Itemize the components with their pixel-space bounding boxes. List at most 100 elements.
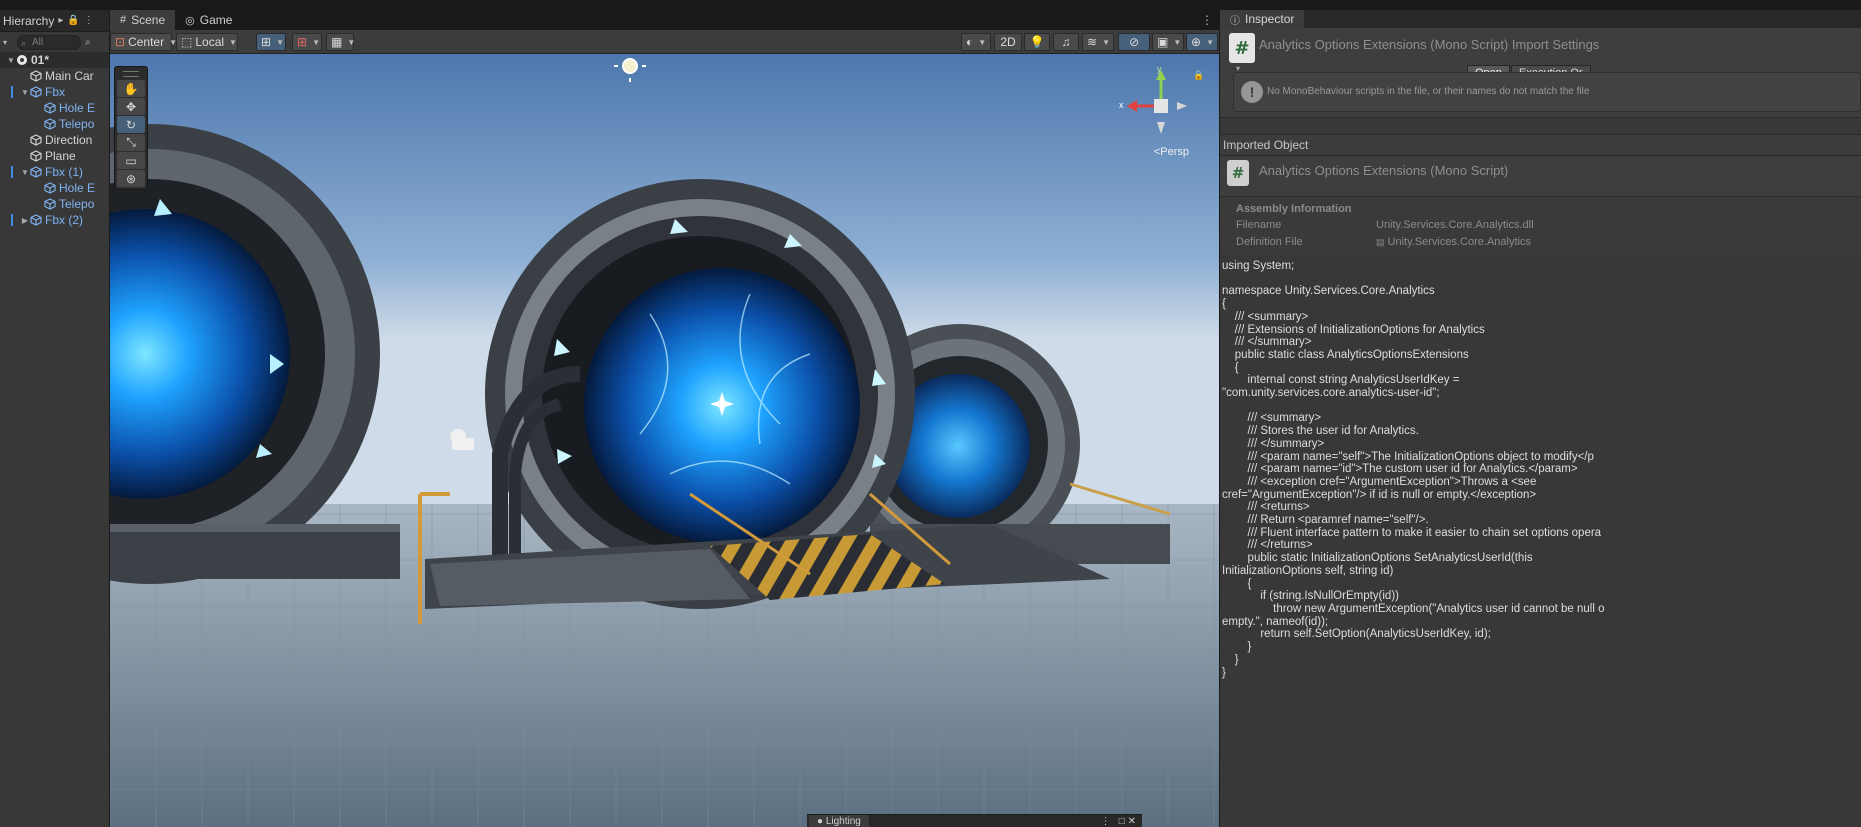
hierarchy-item[interactable]: Telepo xyxy=(0,116,109,132)
definition-file-field[interactable]: ▤ Unity.Services.Core.Analytics xyxy=(1376,236,1531,248)
gameobject-cube-icon xyxy=(30,134,42,146)
scene-toolbar: ⊡ Center ▼ ⬚ Local ▼ ⊞ ▼ ⊞ ▼ ▦ ▼ ◐ ▼ 2D 💡 ♫ ≋ ▼ ⊘… xyxy=(110,30,1219,54)
menu-dots-icon[interactable]: ⋮ xyxy=(1100,816,1110,827)
hierarchy-item[interactable]: ▼ Fbx xyxy=(0,84,109,100)
hierarchy-panel: Hierarchy ▸ 🔒 ⋮ ▾ ⌕ All ⌕ ▼ 01* Main Car ▼ F… xyxy=(0,10,110,827)
axis-x-label: x xyxy=(1119,100,1124,110)
prefab-cube-icon xyxy=(30,86,42,98)
grid-snap-button[interactable]: ⊞ ▼ xyxy=(256,33,286,51)
pivot-dropdown[interactable]: ⊡ Center ▼ xyxy=(110,33,177,51)
rect-icon: ▭ xyxy=(125,153,137,168)
audio-toggle-button[interactable]: ♫ xyxy=(1053,33,1079,51)
scene-panel: # Scene ◎ Game ⋮ ⊡ Center ▼ ⬚ Local ▼ ⊞ ▼ ⊞ ▼ ▦ ▼… xyxy=(110,10,1219,827)
hierarchy-item-label: Telepo xyxy=(59,197,95,211)
gameobject-cube-icon xyxy=(30,70,42,82)
imported-object-label: Imported Object xyxy=(1220,134,1861,156)
menu-dots-icon[interactable]: ⋮ xyxy=(1201,13,1213,27)
foldout-arrow-icon[interactable]: ▼ xyxy=(20,168,30,177)
tab-scene-label: Scene xyxy=(131,13,166,27)
space-label: Local xyxy=(195,35,225,49)
search-filter-icon[interactable]: ⌕ xyxy=(85,37,91,48)
rect-tool-button[interactable]: ▭ xyxy=(117,152,145,169)
chevron-down-icon: ▼ xyxy=(1206,37,1214,47)
rotate-tool-button[interactable]: ↻ xyxy=(117,116,145,133)
lock-icon[interactable]: 🔒 xyxy=(67,15,79,26)
hierarchy-scene-row[interactable]: ▼ 01* xyxy=(0,52,109,68)
chevron-down-icon: ▼ xyxy=(229,37,237,47)
inspector-title: Analytics Options Extensions (Mono Scrip… xyxy=(1259,37,1600,52)
tab-game[interactable]: ◎ Game xyxy=(175,10,242,30)
scene-viewport[interactable]: y x 🔒 <Persp xyxy=(110,54,1219,827)
file-icon: ▤ xyxy=(1376,237,1385,247)
warning-text: No MonoBehaviour scripts in the file, or… xyxy=(1267,86,1590,97)
filename-label: Filename xyxy=(1236,219,1282,231)
axis-y-label: y xyxy=(1157,64,1162,74)
chevron-down-icon: ▼ xyxy=(1102,37,1110,47)
tab-lighting[interactable]: ● Lighting xyxy=(809,815,869,827)
prefab-override-marker xyxy=(11,166,13,178)
filename-value: Unity.Services.Core.Analytics.dll xyxy=(1376,219,1534,231)
camera-settings-button[interactable]: ▣ ▼ xyxy=(1152,33,1184,51)
increment-snap-button[interactable]: ⊞ ▼ xyxy=(292,33,322,51)
tab-inspector[interactable]: ⓘ Inspector xyxy=(1220,10,1305,28)
projection-toggle[interactable]: <Persp xyxy=(1154,146,1189,158)
hand-tool-button[interactable]: ✋ xyxy=(117,80,145,97)
hierarchy-list: ▼ 01* Main Car ▼ Fbx Hole E Telepo Direction Pla… xyxy=(0,52,109,228)
lock-icon[interactable]: 🔒 xyxy=(1193,70,1204,81)
grid-visibility-button[interactable]: ▦ ▼ xyxy=(326,33,355,51)
pivot-label: Center xyxy=(128,35,165,49)
create-dropdown-icon[interactable]: ▾ xyxy=(3,38,7,47)
audio-icon: ♫ xyxy=(1061,35,1071,49)
chevron-down-icon: ▼ xyxy=(1173,37,1182,47)
effects-toggle-button[interactable]: ≋ ▼ xyxy=(1082,33,1114,51)
hand-icon: ✋ xyxy=(123,81,139,96)
scene-visibility-button[interactable]: ⊘ xyxy=(1118,33,1150,51)
foldout-arrow-icon[interactable]: ▼ xyxy=(20,88,30,97)
foldout-arrow-icon[interactable]: ▶ xyxy=(20,216,30,225)
hierarchy-search-row: ▾ ⌕ All ⌕ xyxy=(0,32,109,52)
tab-scene[interactable]: # Scene xyxy=(110,10,176,30)
hierarchy-item-label: Telepo xyxy=(59,117,95,131)
space-dropdown[interactable]: ⬚ Local ▼ xyxy=(176,33,238,51)
toggle-2d-button[interactable]: 2D xyxy=(994,33,1022,51)
hierarchy-item[interactable]: Hole E xyxy=(0,180,109,196)
close-icon[interactable]: ✕ xyxy=(1128,816,1136,827)
imported-object-block: # Analytics Options Extensions (Mono Scr… xyxy=(1220,156,1861,196)
maximize-icon[interactable]: □ xyxy=(1119,816,1125,827)
info-icon: ⓘ xyxy=(1230,15,1240,27)
prefab-cube-icon xyxy=(44,102,56,114)
shading-mode-button[interactable]: ◐ ▼ xyxy=(961,33,991,51)
move-tool-button[interactable]: ✥ xyxy=(117,98,145,115)
hidden-eye-icon: ⊘ xyxy=(1128,35,1140,49)
grid-icon: # xyxy=(120,14,127,26)
hierarchy-tab-label: Hierarchy xyxy=(3,13,55,28)
inspector-tab-label: Inspector xyxy=(1245,12,1295,26)
hierarchy-item[interactable]: Main Car xyxy=(0,68,109,84)
chevron-right-icon[interactable]: ▸ xyxy=(58,15,63,26)
light-bulb-icon: ● xyxy=(817,816,826,827)
gizmos-button[interactable]: ⊕ ▼ xyxy=(1186,33,1218,51)
lighting-toggle-button[interactable]: 💡 xyxy=(1024,33,1050,51)
hierarchy-tab[interactable]: Hierarchy ▸ 🔒 ⋮ xyxy=(0,10,109,32)
transform-tool-button[interactable]: ⊛ xyxy=(117,170,145,187)
hierarchy-item-label: Direction xyxy=(45,133,93,147)
script-hash-icon: # xyxy=(1227,160,1249,186)
definition-file-label: Definition File xyxy=(1236,236,1303,248)
hierarchy-item[interactable]: ▼ Fbx (1) xyxy=(0,164,109,180)
palette-drag-handle[interactable] xyxy=(123,71,139,77)
cube-icon: ⬚ xyxy=(181,35,193,49)
foldout-arrow-icon[interactable]: ▼ xyxy=(6,56,16,65)
scale-tool-button[interactable]: ⤡ xyxy=(117,134,145,151)
hierarchy-item[interactable]: Hole E xyxy=(0,100,109,116)
menu-dots-icon[interactable]: ⋮ xyxy=(84,15,94,26)
hierarchy-item[interactable]: Direction xyxy=(0,132,109,148)
window-controls: ⋮ □ ✕ xyxy=(1100,815,1136,827)
hierarchy-item[interactable]: Plane xyxy=(0,148,109,164)
hierarchy-item-label: Fbx (2) xyxy=(45,213,84,227)
hierarchy-item[interactable]: Telepo xyxy=(0,196,109,212)
toggle-2d-label: 2D xyxy=(1000,35,1016,49)
pivot-icon: ⊡ xyxy=(115,35,126,49)
orientation-gizmo[interactable]: y x 🔒 xyxy=(1119,64,1204,146)
hierarchy-search-input[interactable]: ⌕ All xyxy=(17,34,82,50)
hierarchy-item[interactable]: ▶ Fbx (2) xyxy=(0,212,109,228)
